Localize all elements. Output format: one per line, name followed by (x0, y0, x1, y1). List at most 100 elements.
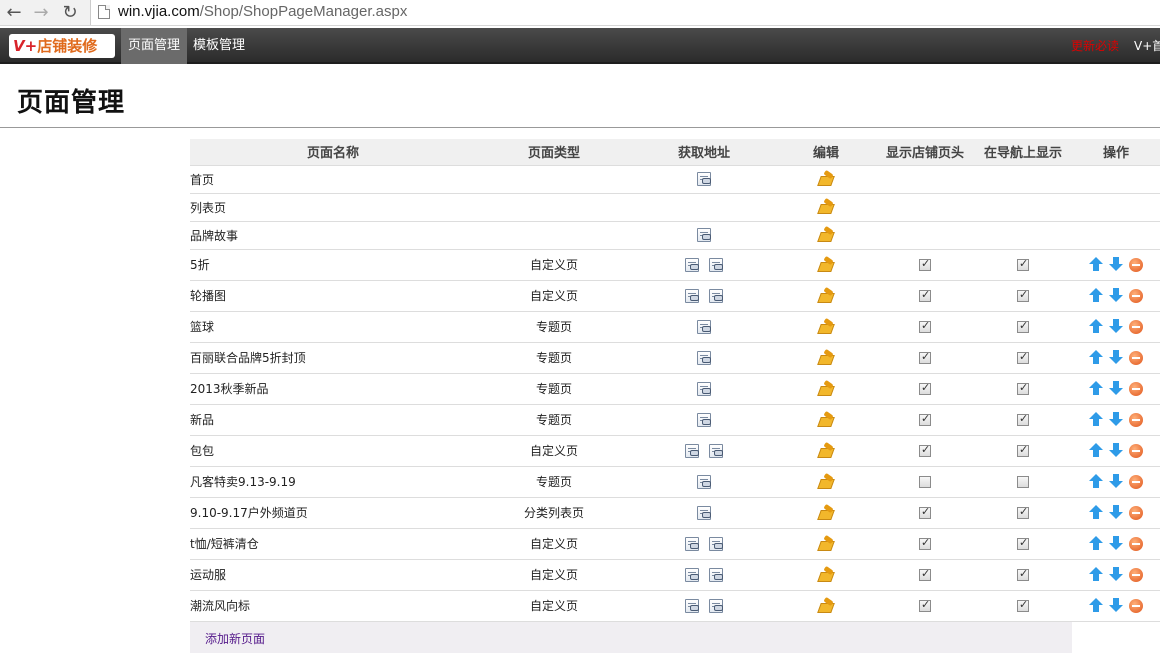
get-url-icon[interactable] (697, 228, 711, 243)
reload-icon[interactable]: ↻ (60, 3, 80, 23)
show-header-checkbox[interactable] (919, 476, 931, 488)
show-header-checkbox[interactable] (919, 567, 931, 581)
vplus-logo[interactable]: V+店铺装修 (9, 34, 115, 58)
show-in-nav-checkbox[interactable] (1017, 598, 1029, 612)
tab-page-management[interactable]: 页面管理 (121, 28, 188, 64)
remove-icon[interactable] (1129, 443, 1143, 458)
edit-icon[interactable] (818, 200, 834, 214)
get-url-icon[interactable] (697, 350, 711, 365)
get-url-icon[interactable] (685, 567, 699, 582)
show-in-nav-checkbox[interactable] (1017, 257, 1029, 271)
update-notice-link[interactable]: 更新必读 (1071, 28, 1119, 64)
remove-icon[interactable] (1129, 598, 1143, 613)
move-up-icon[interactable] (1089, 350, 1103, 365)
edit-icon[interactable] (818, 172, 834, 186)
remove-icon[interactable] (1129, 381, 1143, 396)
show-header-checkbox[interactable] (919, 381, 931, 395)
edit-icon[interactable] (818, 568, 834, 582)
move-down-icon[interactable] (1109, 319, 1123, 334)
get-url-icon[interactable] (697, 172, 711, 187)
move-down-icon[interactable] (1109, 443, 1123, 458)
get-url-icon[interactable] (685, 257, 699, 272)
show-header-checkbox[interactable] (919, 319, 931, 333)
show-header-checkbox[interactable] (919, 443, 931, 457)
show-header-checkbox[interactable] (919, 598, 931, 612)
remove-icon[interactable] (1129, 474, 1143, 489)
edit-icon[interactable] (818, 537, 834, 551)
move-down-icon[interactable] (1109, 257, 1123, 272)
vplus-home-link[interactable]: V+首页 (1134, 28, 1160, 64)
move-down-icon[interactable] (1109, 350, 1123, 365)
get-url-icon[interactable] (685, 598, 699, 613)
remove-icon[interactable] (1129, 412, 1143, 427)
show-in-nav-checkbox[interactable] (1017, 567, 1029, 581)
remove-icon[interactable] (1129, 567, 1143, 582)
back-arrow-icon[interactable]: ← (4, 3, 24, 23)
remove-icon[interactable] (1129, 536, 1143, 551)
add-new-page-link[interactable]: 添加新页面 (205, 630, 265, 647)
show-header-checkbox[interactable] (919, 412, 931, 426)
get-url-icon[interactable] (697, 412, 711, 427)
show-header-checkbox[interactable] (919, 536, 931, 550)
get-url-icon[interactable] (697, 474, 711, 489)
edit-icon[interactable] (818, 351, 834, 365)
edit-icon[interactable] (818, 599, 834, 613)
get-url-icon[interactable] (697, 381, 711, 396)
move-down-icon[interactable] (1109, 536, 1123, 551)
edit-icon[interactable] (818, 475, 834, 489)
get-url-icon[interactable] (709, 567, 723, 582)
remove-icon[interactable] (1129, 257, 1143, 272)
show-in-nav-checkbox[interactable] (1017, 505, 1029, 519)
move-down-icon[interactable] (1109, 505, 1123, 520)
show-in-nav-checkbox[interactable] (1017, 536, 1029, 550)
edit-icon[interactable] (818, 444, 834, 458)
get-url-icon[interactable] (697, 319, 711, 334)
show-in-nav-checkbox[interactable] (1017, 476, 1029, 488)
edit-icon[interactable] (818, 320, 834, 334)
edit-icon[interactable] (818, 413, 834, 427)
get-url-icon[interactable] (685, 288, 699, 303)
get-url-icon[interactable] (685, 443, 699, 458)
edit-icon[interactable] (818, 382, 834, 396)
move-up-icon[interactable] (1089, 474, 1103, 489)
remove-icon[interactable] (1129, 505, 1143, 520)
get-url-icon[interactable] (709, 536, 723, 551)
show-in-nav-checkbox[interactable] (1017, 350, 1029, 364)
move-up-icon[interactable] (1089, 288, 1103, 303)
move-up-icon[interactable] (1089, 319, 1103, 334)
show-header-checkbox[interactable] (919, 257, 931, 271)
move-up-icon[interactable] (1089, 598, 1103, 613)
get-url-icon[interactable] (709, 257, 723, 272)
edit-icon[interactable] (818, 506, 834, 520)
address-bar[interactable]: win.vjia.com/Shop/ShopPageManager.aspx (90, 0, 1160, 25)
get-url-icon[interactable] (709, 288, 723, 303)
show-header-checkbox[interactable] (919, 350, 931, 364)
remove-icon[interactable] (1129, 319, 1143, 334)
show-in-nav-checkbox[interactable] (1017, 319, 1029, 333)
get-url-icon[interactable] (709, 443, 723, 458)
move-down-icon[interactable] (1109, 598, 1123, 613)
edit-icon[interactable] (818, 228, 834, 242)
get-url-icon[interactable] (685, 536, 699, 551)
show-in-nav-checkbox[interactable] (1017, 412, 1029, 426)
show-in-nav-checkbox[interactable] (1017, 288, 1029, 302)
move-up-icon[interactable] (1089, 505, 1103, 520)
get-url-icon[interactable] (697, 505, 711, 520)
move-up-icon[interactable] (1089, 412, 1103, 427)
show-header-checkbox[interactable] (919, 288, 931, 302)
move-down-icon[interactable] (1109, 412, 1123, 427)
edit-icon[interactable] (818, 258, 834, 272)
move-up-icon[interactable] (1089, 257, 1103, 272)
move-up-icon[interactable] (1089, 443, 1103, 458)
move-up-icon[interactable] (1089, 381, 1103, 396)
url-text[interactable]: win.vjia.com/Shop/ShopPageManager.aspx (118, 3, 407, 20)
move-down-icon[interactable] (1109, 474, 1123, 489)
move-down-icon[interactable] (1109, 381, 1123, 396)
get-url-icon[interactable] (709, 598, 723, 613)
move-down-icon[interactable] (1109, 567, 1123, 582)
show-in-nav-checkbox[interactable] (1017, 443, 1029, 457)
move-up-icon[interactable] (1089, 536, 1103, 551)
forward-arrow-icon[interactable]: → (31, 3, 51, 23)
edit-icon[interactable] (818, 289, 834, 303)
tab-template-management[interactable]: 模板管理 (186, 28, 252, 64)
